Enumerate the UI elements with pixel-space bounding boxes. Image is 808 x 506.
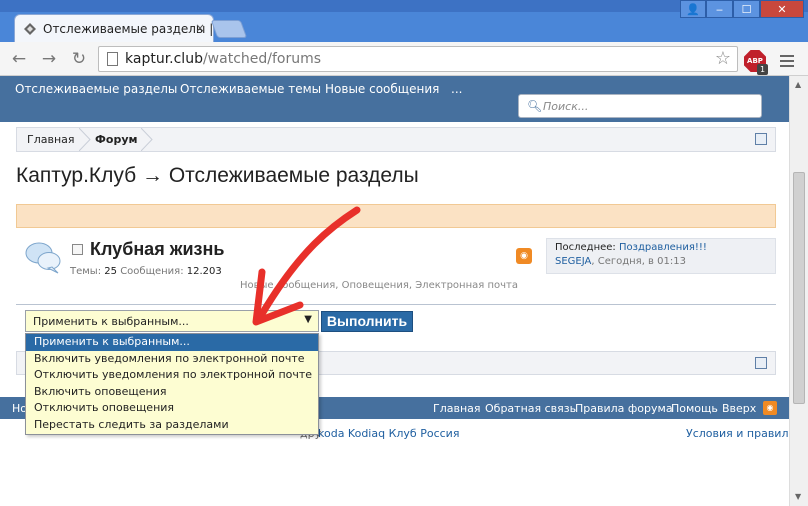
- page-scrollbar[interactable]: ▲ ▼: [789, 76, 808, 506]
- dropdown-option[interactable]: Перестать следить за разделами: [26, 417, 318, 434]
- dropdown-option[interactable]: Отключить оповещения: [26, 400, 318, 417]
- breadcrumb-home[interactable]: Главная: [27, 133, 75, 146]
- breadcrumb: Главная Форум: [16, 127, 776, 152]
- bulk-action-dropdown[interactable]: Применить к выбранным... Включить уведом…: [25, 333, 319, 435]
- dropdown-option[interactable]: Включить уведомления по электронной почт…: [26, 351, 318, 368]
- window-titlebar: Отслеживаемые разделы | × 👤 ‒ ☐ ✕: [0, 0, 808, 44]
- forum-select-checkbox[interactable]: [72, 244, 83, 255]
- last-post-box: Последнее: Поздравления!!! SEGEJA, Сегод…: [546, 238, 776, 274]
- star-icon[interactable]: ☆: [715, 48, 731, 69]
- search-icon: 🔍︎: [527, 99, 543, 113]
- bulk-action-value: Применить к выбранным...: [33, 315, 189, 328]
- last-post-link[interactable]: Поздравления!!!: [619, 242, 707, 253]
- breadcrumb-forum[interactable]: Форум: [95, 133, 138, 146]
- scrollbar-thumb[interactable]: [793, 172, 805, 404]
- chevron-down-icon: ▼: [304, 314, 312, 325]
- url-text: kaptur.club/watched/forums: [125, 51, 322, 67]
- footer-link-help[interactable]: Помощь: [671, 402, 718, 415]
- forum-chat-icon: [25, 242, 61, 274]
- category-strip: [16, 204, 776, 228]
- last-post-user[interactable]: SEGEJA: [555, 256, 591, 267]
- profile-button[interactable]: 👤: [680, 0, 706, 18]
- adblock-count-badge: 1: [757, 64, 768, 75]
- forum-notification-types: Новые сообщения, Оповещения, Электронная…: [240, 280, 518, 291]
- back-arrow-icon[interactable]: ←: [8, 48, 30, 70]
- bulk-action-select[interactable]: Применить к выбранным... ▼: [25, 310, 319, 332]
- forum-title-link[interactable]: Клубная жизнь: [90, 239, 224, 260]
- new-tab-button[interactable]: [210, 20, 248, 38]
- reload-icon[interactable]: ↻: [68, 48, 90, 70]
- scroll-down-icon[interactable]: ▼: [795, 492, 801, 501]
- search-input[interactable]: 🔍︎ Поиск...: [518, 94, 762, 118]
- dropdown-option[interactable]: Отключить уведомления по электронной поч…: [26, 367, 318, 384]
- forum-stats: Темы: 25 Сообщения: 12.203: [70, 266, 222, 277]
- footer-link-top[interactable]: Вверх: [722, 402, 756, 415]
- dropdown-option[interactable]: Применить к выбранным...: [26, 334, 318, 351]
- jump-arrow-icon[interactable]: [755, 357, 767, 369]
- dropdown-option[interactable]: Включить оповещения: [26, 384, 318, 401]
- nav-watched-forums[interactable]: Отслеживаемые разделы: [15, 82, 177, 96]
- forward-arrow-icon[interactable]: →: [38, 48, 60, 70]
- breadcrumb-separator-icon: [79, 128, 91, 151]
- minimize-button[interactable]: ‒: [706, 0, 733, 18]
- page-icon: [107, 52, 118, 66]
- footer-link-feedback[interactable]: Обратная связь: [485, 402, 576, 415]
- jump-arrow-icon[interactable]: [755, 133, 767, 145]
- search-placeholder: Поиск...: [543, 100, 589, 113]
- site-favicon-icon: [24, 23, 36, 35]
- copyright-link[interactable]: koda Kodiaq Клуб Россия: [318, 427, 459, 440]
- divider: [16, 304, 776, 305]
- nav-new-posts[interactable]: Новые сообщения: [325, 82, 439, 96]
- browser-tab[interactable]: Отслеживаемые разделы | ×: [14, 14, 214, 44]
- nav-watched-threads[interactable]: Отслеживаемые темы: [180, 82, 321, 96]
- rss-icon[interactable]: ◉: [516, 248, 532, 264]
- address-bar[interactable]: kaptur.club/watched/forums ☆: [98, 46, 738, 72]
- menu-icon[interactable]: [780, 52, 794, 68]
- forum-row: Клубная жизнь Темы: 25 Сообщения: 12.203…: [16, 232, 776, 292]
- nav-more[interactable]: ...: [451, 82, 462, 96]
- rss-icon[interactable]: ◉: [763, 401, 777, 415]
- close-window-button[interactable]: ✕: [760, 0, 804, 18]
- tab-close-icon[interactable]: ×: [195, 21, 205, 35]
- page-title: Каптур.Клуб → Отслеживаемые разделы: [16, 164, 419, 187]
- breadcrumb-separator-icon: [141, 128, 153, 151]
- execute-button[interactable]: Выполнить: [321, 311, 413, 332]
- footer-link-home[interactable]: Главная: [433, 402, 481, 415]
- terms-link[interactable]: Условия и правила: [686, 427, 795, 440]
- scroll-up-icon[interactable]: ▲: [795, 80, 801, 89]
- browser-toolbar: ← → ↻ kaptur.club/watched/forums ☆: [0, 42, 808, 76]
- footer-link-rules[interactable]: Правила форума: [575, 402, 673, 415]
- tab-title: Отслеживаемые разделы |: [43, 22, 214, 36]
- maximize-button[interactable]: ☐: [733, 0, 760, 18]
